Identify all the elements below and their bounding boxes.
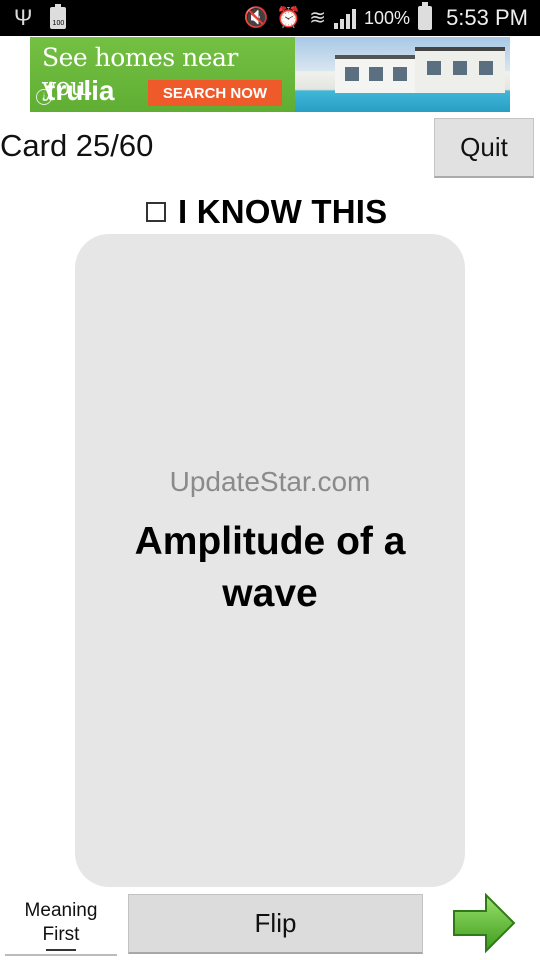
meaning-first-line1: Meaning [24, 900, 98, 921]
info-icon[interactable]: i [36, 89, 52, 105]
meaning-first-button[interactable]: Meaning First [5, 896, 117, 956]
mute-icon: 🔇 [243, 7, 269, 29]
i-know-this-label[interactable]: I KNOW THIS [178, 193, 387, 231]
flip-button[interactable]: Flip [128, 894, 423, 954]
meaning-first-underline [46, 949, 76, 951]
i-know-this-checkbox[interactable] [146, 202, 166, 222]
card-term: Amplitude of a wave [134, 520, 406, 615]
meaning-first-line2: First [42, 924, 80, 945]
ad-brand: trulia [46, 75, 115, 106]
alarm-icon: ⏰ [276, 7, 302, 29]
battery-icon [418, 2, 433, 30]
usb-icon: Ψ [14, 5, 33, 30]
ad-search-now-button[interactable]: SEARCH NOW [148, 80, 282, 106]
clock: 5:53 PM [446, 5, 528, 30]
wifi-icon: ≋ [309, 7, 327, 29]
i-know-this-toggle[interactable]: I KNOW THIS [146, 192, 387, 232]
signal-icon [334, 7, 357, 29]
card-counter: Card 25/60 [0, 128, 154, 163]
ad-banner[interactable]: See homes near you. trulia SEARCH NOW i [30, 37, 510, 112]
ad-text-panel: See homes near you. trulia SEARCH NOW i [30, 37, 295, 112]
right-arrow-icon[interactable] [450, 889, 518, 957]
quit-button[interactable]: Quit [434, 118, 534, 178]
watermark-text: UpdateStar.com [169, 466, 371, 497]
ad-house-photo [295, 37, 510, 112]
battery-icon: 100 [50, 4, 67, 29]
battery-level-text: 100 [52, 20, 65, 27]
flashcard[interactable]: UpdateStar.com Amplitude of a wave [75, 234, 465, 887]
battery-percent: 100% [364, 7, 411, 28]
status-bar: Ψ 100 🔇 ⏰ ≋ 100% 5:53 PM [0, 0, 540, 36]
